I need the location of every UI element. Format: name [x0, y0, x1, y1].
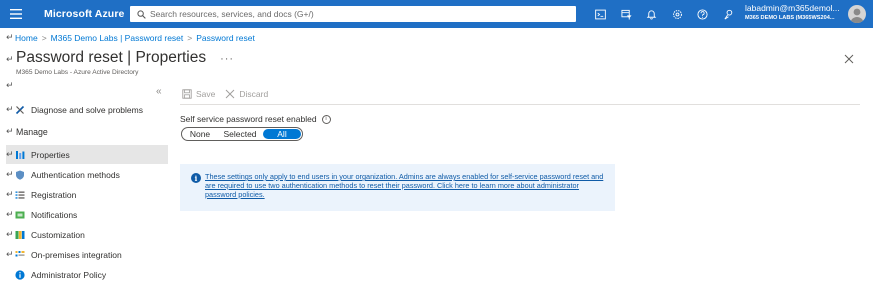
- directory-filter-icon[interactable]: [614, 0, 640, 28]
- user-name: labadmin@m365demol...: [745, 4, 840, 13]
- return-mark: ↵: [6, 126, 14, 136]
- more-options-icon[interactable]: ···: [220, 53, 234, 65]
- command-bar: Save Discard: [182, 89, 278, 99]
- option-all[interactable]: All: [263, 129, 301, 139]
- sidebar-section-label: Manage: [16, 126, 48, 137]
- return-mark: ↵: [6, 189, 14, 199]
- sidebar-item-label: Properties: [31, 149, 70, 160]
- global-search-box[interactable]: Search resources, services, and docs (G+…: [130, 6, 576, 22]
- sidebar-item-label: Registration: [31, 189, 77, 200]
- sidebar-section-manage: ↵ Manage: [6, 126, 48, 137]
- sspr-enabled-toggle: None Selected All: [181, 127, 303, 141]
- breadcrumb-separator: >: [41, 32, 47, 43]
- notifications-icon: [15, 210, 25, 220]
- on-premises-icon: [15, 250, 25, 260]
- return-mark: ↵: [6, 149, 14, 159]
- return-mark: ↵: [6, 229, 14, 239]
- sidebar-item-label: Administrator Policy: [31, 269, 107, 280]
- cloud-shell-icon[interactable]: [588, 0, 614, 28]
- sidebar-item-properties[interactable]: ↵ Properties: [6, 145, 168, 164]
- sidebar-item-diagnose[interactable]: ↵ Diagnose and solve problems: [6, 100, 168, 119]
- return-mark: ↵: [6, 54, 14, 64]
- search-input[interactable]: Search resources, services, and docs (G+…: [150, 9, 314, 19]
- return-mark: ↵: [6, 32, 14, 42]
- admin-policy-link[interactable]: These settings only apply to end users i…: [205, 172, 610, 199]
- page-title: Password reset | Properties: [16, 49, 207, 66]
- sidebar-item-notifications[interactable]: ↵ Notifications: [6, 205, 168, 224]
- wrench-icon: [15, 105, 25, 115]
- help-icon[interactable]: [690, 0, 716, 28]
- discard-icon: [226, 89, 235, 99]
- settings-icon[interactable]: [665, 0, 691, 28]
- registration-icon: [15, 190, 25, 200]
- breadcrumb: ↵ Home > M365 Demo Labs | Password reset…: [6, 32, 255, 43]
- hamburger-menu-icon[interactable]: [2, 0, 30, 28]
- sidebar-item-label: Customization: [31, 229, 85, 240]
- notifications-icon[interactable]: [639, 0, 665, 28]
- avatar[interactable]: [848, 5, 866, 23]
- sidebar-item-label: Notifications: [31, 209, 78, 220]
- sidebar-item-label: Authentication methods: [31, 169, 120, 180]
- option-selected[interactable]: Selected: [217, 129, 263, 139]
- return-mark: ↵: [6, 80, 14, 90]
- discard-button[interactable]: Discard: [225, 89, 268, 99]
- sidebar-item-label: On-premises integration: [31, 249, 122, 260]
- save-icon: [182, 89, 192, 99]
- brand-name[interactable]: Microsoft Azure: [44, 8, 124, 20]
- sspr-enabled-label: Self service password reset enabled i: [180, 114, 331, 124]
- feedback-icon[interactable]: [716, 0, 742, 28]
- info-icon: [15, 269, 25, 280]
- breadcrumb-demo-labs[interactable]: M365 Demo Labs | Password reset: [51, 33, 184, 43]
- info-tooltip-icon[interactable]: i: [321, 114, 331, 124]
- customization-icon: [15, 230, 25, 240]
- title-row: ↵ Password reset | Properties ···: [6, 49, 234, 67]
- sidebar-item-on-premises-integration[interactable]: ↵ On-premises integration: [6, 245, 168, 264]
- sidebar-item-authentication-methods[interactable]: ↵ Authentication methods: [6, 165, 168, 184]
- return-mark: ↵: [6, 169, 14, 179]
- sidebar-item-customization[interactable]: ↵ Customization: [6, 225, 168, 244]
- top-bar: Microsoft Azure Search resources, servic…: [0, 0, 873, 28]
- page-subtitle: M365 Demo Labs - Azure Active Directory: [16, 69, 139, 76]
- user-org: M365 DEMO LABS (M365WS204...: [745, 14, 835, 21]
- collapse-sidebar-icon[interactable]: «: [156, 86, 162, 97]
- return-mark: ↵: [6, 104, 14, 114]
- properties-icon: [15, 150, 25, 160]
- sidebar-item-administrator-policy[interactable]: Administrator Policy: [6, 265, 168, 281]
- save-label: Save: [196, 89, 216, 99]
- sidebar-item-registration[interactable]: ↵ Registration: [6, 185, 168, 204]
- search-icon: [134, 7, 148, 21]
- breadcrumb-password-reset[interactable]: Password reset: [196, 33, 255, 43]
- info-icon: i: [191, 173, 201, 183]
- option-none[interactable]: None: [183, 129, 217, 139]
- discard-label: Discard: [239, 89, 269, 99]
- save-button[interactable]: Save: [182, 89, 215, 99]
- shield-icon: [15, 170, 25, 180]
- info-banner: i These settings only apply to end users…: [180, 164, 615, 211]
- breadcrumb-home[interactable]: Home: [15, 33, 38, 43]
- close-icon[interactable]: [843, 53, 855, 65]
- return-mark: ↵: [6, 249, 14, 259]
- breadcrumb-separator: >: [187, 32, 193, 43]
- return-mark: ↵: [6, 209, 14, 219]
- field-label-text: Self service password reset enabled: [180, 114, 317, 124]
- account-info[interactable]: labadmin@m365demol... M365 DEMO LABS (M3…: [745, 4, 845, 21]
- sidebar-item-label: Diagnose and solve problems: [31, 104, 143, 115]
- command-bar-divider: [180, 104, 860, 105]
